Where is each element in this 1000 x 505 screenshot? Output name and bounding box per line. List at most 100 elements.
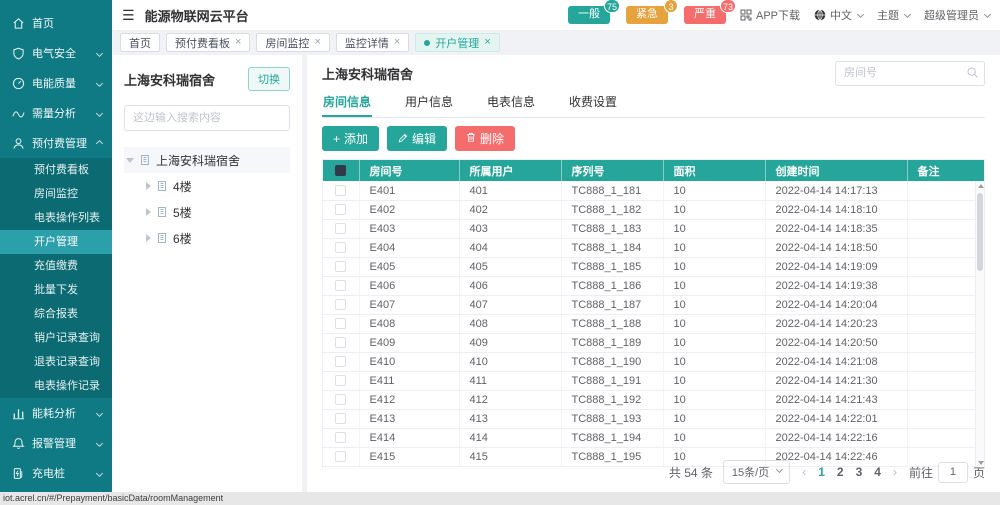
row-checkbox[interactable] <box>335 394 346 405</box>
page-4[interactable]: 4 <box>874 465 881 479</box>
nav-tab-开户管理[interactable]: 开户管理× <box>415 33 499 52</box>
chevron-down-icon <box>984 10 991 17</box>
building-panel: 上海安科瑞宿舍 切换 上海安科瑞宿舍 4楼5楼6楼 <box>112 55 302 492</box>
table-row[interactable]: E402402TC888_1_182102022-04-14 14:18:10 <box>323 200 984 219</box>
sidebar-item-energy-analysis[interactable]: 能耗分析 <box>0 398 112 428</box>
sidebar-item-prepayment[interactable]: 预付费管理 <box>0 128 112 158</box>
table-row[interactable]: E407407TC888_1_187102022-04-14 14:20:04 <box>323 295 984 314</box>
table-cell: 2022-04-14 14:21:43 <box>765 390 907 409</box>
table-row[interactable]: E408408TC888_1_188102022-04-14 14:20:23 <box>323 314 984 333</box>
next-page-button[interactable]: › <box>891 465 899 479</box>
tree-node-root[interactable]: 上海安科瑞宿舍 <box>124 147 290 173</box>
row-checkbox[interactable] <box>335 280 346 291</box>
row-checkbox[interactable] <box>335 299 346 310</box>
row-checkbox[interactable] <box>335 375 346 386</box>
row-checkbox[interactable] <box>335 204 346 215</box>
row-checkbox[interactable] <box>335 318 346 329</box>
user-menu[interactable]: 超级管理员 <box>924 7 990 23</box>
table-row[interactable]: E412412TC888_1_192102022-04-14 14:21:43 <box>323 390 984 409</box>
sidebar-subitem-批量下发[interactable]: 批量下发 <box>0 278 112 302</box>
tree-node-4楼[interactable]: 4楼 <box>124 173 290 199</box>
close-icon[interactable]: × <box>314 37 320 48</box>
sidebar-subitem-综合报表[interactable]: 综合报表 <box>0 302 112 326</box>
row-checkbox[interactable] <box>335 337 346 348</box>
tree-node-6楼[interactable]: 6楼 <box>124 225 290 251</box>
tab-收费设置[interactable]: 收费设置 <box>568 89 618 117</box>
nav-tab-监控详情[interactable]: 监控详情× <box>336 33 409 52</box>
table-cell: 10 <box>663 276 765 295</box>
app-download-link[interactable]: APP下载 <box>740 7 800 23</box>
edit-button[interactable]: 编辑 <box>387 126 447 151</box>
row-checkbox[interactable] <box>335 242 346 253</box>
sidebar-item-home[interactable]: 首页 <box>0 8 112 38</box>
goto-page-input[interactable] <box>938 462 968 483</box>
sidebar-item-charging-pile[interactable]: 充电桩 <box>0 458 112 488</box>
row-checkbox[interactable] <box>335 223 346 234</box>
table-cell: 401 <box>459 181 561 200</box>
delete-button[interactable]: 删除 <box>455 126 515 151</box>
menu-toggle-icon[interactable]: ☰ <box>122 8 135 22</box>
sidebar-subitem-电表操作记录[interactable]: 电表操作记录 <box>0 374 112 398</box>
room-search-input[interactable] <box>835 61 985 86</box>
search-icon[interactable] <box>966 66 979 84</box>
row-checkbox[interactable] <box>335 413 346 424</box>
prev-page-button[interactable]: ‹ <box>800 465 808 479</box>
page-size-select[interactable]: 15条/页 <box>723 460 790 484</box>
tab-房间信息[interactable]: 房间信息 <box>322 89 372 117</box>
select-all-checkbox[interactable] <box>335 165 346 176</box>
sidebar-subitem-充值缴费[interactable]: 充值缴费 <box>0 254 112 278</box>
sidebar-subitem-开户管理[interactable]: 开户管理 <box>0 230 112 254</box>
row-checkbox[interactable] <box>335 451 346 462</box>
sidebar-subitem-预付费看板[interactable]: 预付费看板 <box>0 158 112 182</box>
alarm-badge-一般[interactable]: 一般75 <box>568 6 610 23</box>
theme-select[interactable]: 主题 <box>877 7 910 23</box>
close-icon[interactable]: × <box>394 37 400 48</box>
tab-电表信息[interactable]: 电表信息 <box>486 89 536 117</box>
table-row[interactable]: E414414TC888_1_194102022-04-14 14:22:16 <box>323 428 984 447</box>
table-row[interactable]: E409409TC888_1_189102022-04-14 14:20:50 <box>323 333 984 352</box>
nav-tab-预付费看板[interactable]: 预付费看板× <box>166 33 250 52</box>
table-row[interactable]: E401401TC888_1_181102022-04-14 14:17:13 <box>323 181 984 200</box>
nav-tab-首页[interactable]: 首页 <box>120 33 160 52</box>
row-checkbox[interactable] <box>335 356 346 367</box>
table-scrollbar[interactable] <box>975 181 984 468</box>
sidebar-item-demand-analysis[interactable]: 需量分析 <box>0 98 112 128</box>
scrollbar-thumb[interactable] <box>977 193 983 271</box>
table-row[interactable]: E410410TC888_1_190102022-04-14 14:21:08 <box>323 352 984 371</box>
sidebar-subitem-房间监控[interactable]: 房间监控 <box>0 182 112 206</box>
row-checkbox[interactable] <box>335 261 346 272</box>
table-cell: 10 <box>663 428 765 447</box>
table-row[interactable]: E403403TC888_1_183102022-04-14 14:18:35 <box>323 219 984 238</box>
page-2[interactable]: 2 <box>837 465 844 479</box>
sidebar-item-alarm-management[interactable]: 报警管理 <box>0 428 112 458</box>
language-select[interactable]: 中文 <box>814 7 863 23</box>
nav-tab-房间监控[interactable]: 房间监控× <box>256 33 329 52</box>
tree-node-5楼[interactable]: 5楼 <box>124 199 290 225</box>
add-button[interactable]: + 添加 <box>322 126 379 151</box>
pencil-icon <box>398 132 408 146</box>
table-row[interactable]: E404404TC888_1_184102022-04-14 14:18:50 <box>323 238 984 257</box>
nav-tab-label: 首页 <box>129 35 151 51</box>
sidebar-item-power-quality[interactable]: 电能质量 <box>0 68 112 98</box>
scroll-up-icon[interactable] <box>978 184 984 188</box>
alarm-badge-紧急[interactable]: 紧急3 <box>626 6 668 23</box>
table-row[interactable]: E413413TC888_1_193102022-04-14 14:22:01 <box>323 409 984 428</box>
tab-用户信息[interactable]: 用户信息 <box>404 89 454 117</box>
close-icon[interactable]: × <box>484 37 490 48</box>
table-cell: 2022-04-14 14:19:38 <box>765 276 907 295</box>
tree-search-input[interactable] <box>124 105 290 131</box>
page-1[interactable]: 1 <box>818 465 825 479</box>
switch-button[interactable]: 切换 <box>248 67 290 91</box>
table-row[interactable]: E405405TC888_1_185102022-04-14 14:19:09 <box>323 257 984 276</box>
sidebar-subitem-电表操作列表[interactable]: 电表操作列表 <box>0 206 112 230</box>
sidebar-subitem-退表记录查询[interactable]: 退表记录查询 <box>0 350 112 374</box>
row-checkbox[interactable] <box>335 432 346 443</box>
alarm-badge-严重[interactable]: 严重73 <box>684 6 726 23</box>
page-3[interactable]: 3 <box>856 465 863 479</box>
sidebar-item-electric-safety[interactable]: 电气安全 <box>0 38 112 68</box>
row-checkbox[interactable] <box>335 185 346 196</box>
table-row[interactable]: E411411TC888_1_191102022-04-14 14:21:30 <box>323 371 984 390</box>
close-icon[interactable]: × <box>235 37 241 48</box>
table-row[interactable]: E406406TC888_1_186102022-04-14 14:19:38 <box>323 276 984 295</box>
sidebar-subitem-销户记录查询[interactable]: 销户记录查询 <box>0 326 112 350</box>
